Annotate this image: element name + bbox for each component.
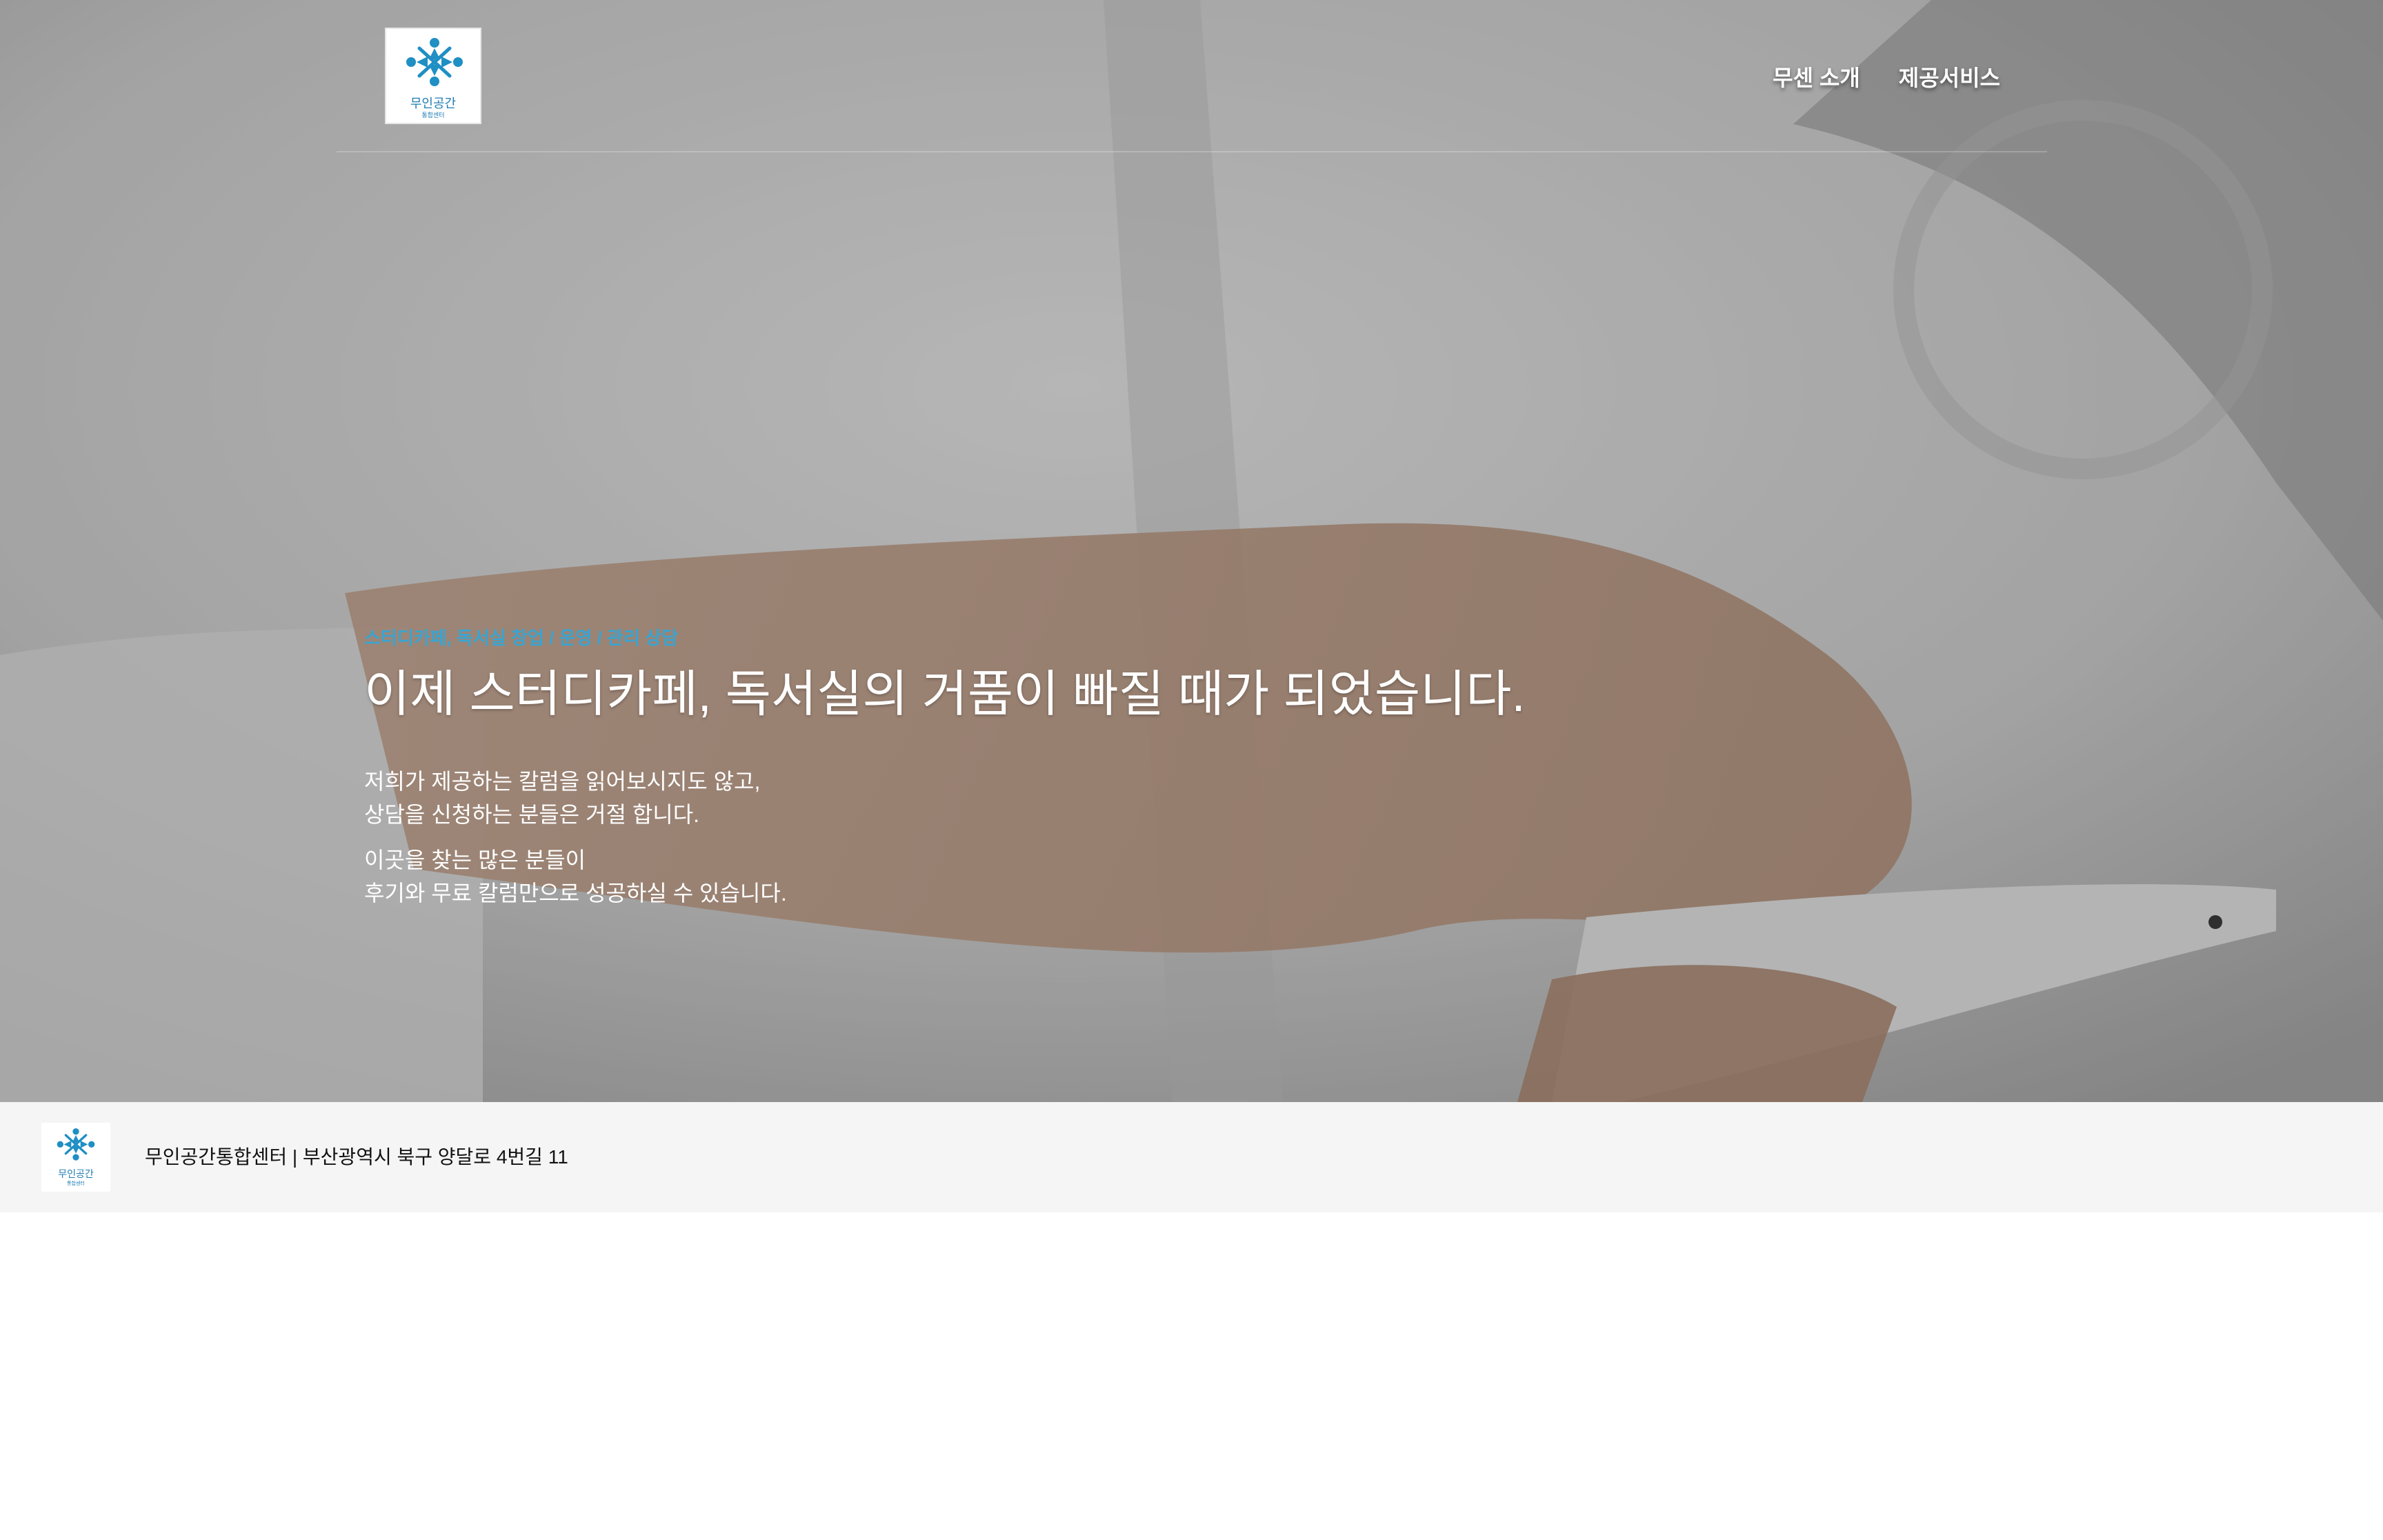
hero-paragraph-2-line-1: 이곳을 찾는 많은 분들이 bbox=[364, 848, 586, 873]
logo-icon bbox=[406, 38, 463, 86]
footer-logo[interactable]: 무인공간 통합센터 bbox=[41, 1123, 110, 1192]
site-header: 무인공간 통합센터 무센 소개 제공서비스 bbox=[0, 0, 2383, 153]
hero-paragraph-1-line-2: 상담을 신청하는 분들은 거절 합니다. bbox=[364, 802, 700, 828]
header-divider bbox=[337, 151, 2047, 152]
hero-content: 스터디카페, 독서실 창업 / 운영 / 관리 상담 이제 스터디카페, 독서실… bbox=[364, 624, 1882, 910]
footer-logo-name: 무인공간 bbox=[58, 1169, 94, 1180]
main-nav: 무센 소개 제공서비스 bbox=[1773, 61, 2000, 92]
footer-logo-subtitle: 통합센터 bbox=[67, 1181, 85, 1186]
footer-address: 무인공간통합센터 | 부산광역시 북구 양달로 4번길 11 bbox=[145, 1146, 568, 1168]
nav-item-services[interactable]: 제공서비스 bbox=[1899, 61, 2000, 92]
hero-section: 무인공간 통합센터 무센 소개 제공서비스 스터디카페, 독서실 창업 / 운영… bbox=[0, 0, 2383, 1102]
hero-headline: 이제 스터디카페, 독서실의 거품이 빠질 때가 되었습니다. bbox=[364, 667, 1526, 722]
logo-name: 무인공간 bbox=[410, 97, 457, 111]
logo-subtitle: 통합센터 bbox=[421, 112, 445, 119]
hero-paragraph-2-line-2: 후기와 무료 칼럼만으로 성공하실 수 있습니다. bbox=[364, 881, 787, 906]
hero-eyebrow: 스터디카페, 독서실 창업 / 운영 / 관리 상담 bbox=[364, 628, 678, 648]
footer-logo-icon bbox=[57, 1128, 95, 1161]
hero-paragraph-2: 이곳을 찾는 많은 분들이 후기와 무료 칼럼만으로 성공하실 수 있습니다. bbox=[364, 843, 1882, 910]
hero-paragraph-1-line-1: 저희가 제공하는 칼럼을 읽어보시지도 않고, bbox=[364, 769, 761, 794]
hero-paragraph-1: 저희가 제공하는 칼럼을 읽어보시지도 않고, 상담을 신청하는 분들은 거절 … bbox=[364, 765, 1882, 831]
site-logo[interactable]: 무인공간 통합센터 bbox=[385, 28, 481, 124]
nav-item-about[interactable]: 무센 소개 bbox=[1773, 61, 1860, 92]
hero-overlay bbox=[0, 0, 2383, 1102]
site-footer: 무인공간 통합센터 무인공간통합센터 | 부산광역시 북구 양달로 4번길 11 bbox=[0, 1102, 2383, 1212]
